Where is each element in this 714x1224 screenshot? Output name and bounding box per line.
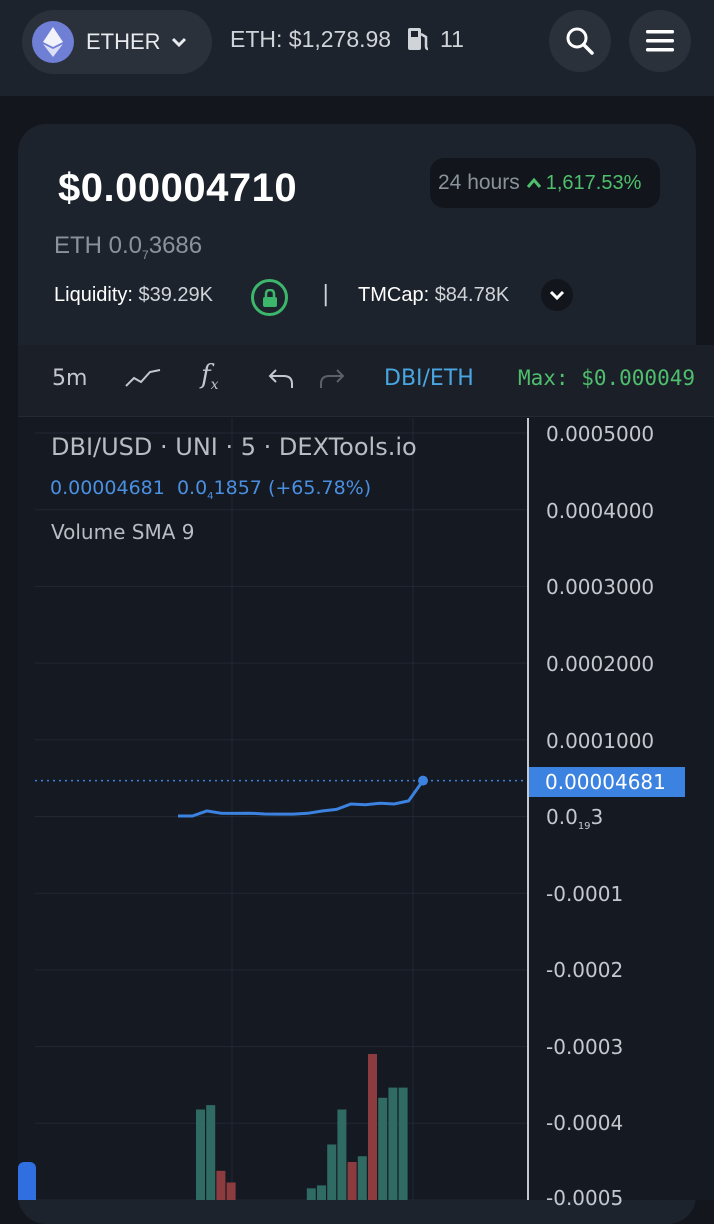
y-tick: -0.0004: [546, 1111, 624, 1135]
volume-bar: [357, 1156, 367, 1200]
volume-bar: [216, 1170, 226, 1200]
volume-bar: [368, 1054, 377, 1200]
y-tick: 0.0005000: [546, 422, 655, 446]
volume-bar: [398, 1087, 408, 1200]
chart-canvas: [35, 418, 529, 1200]
y-tick: -0.0001: [546, 882, 624, 906]
volume-indicator-label: Volume SMA 9: [51, 520, 195, 544]
volume-bar: [317, 1185, 326, 1200]
chart-legend-title: DBI/USD · UNI · 5 · DEXTools.io: [51, 433, 417, 461]
current-price-tag: 0.00004681: [529, 767, 685, 797]
price-series-line: [178, 779, 425, 818]
chart-legend-values: 0.00004681 0.041857 (+65.78%): [50, 477, 372, 502]
sidebar-toggle-tab[interactable]: [18, 1162, 36, 1200]
volume-bar: [337, 1109, 347, 1200]
volume-bar: [226, 1182, 236, 1200]
volume-bar: [196, 1109, 205, 1200]
volume-bar: [306, 1188, 316, 1200]
volume-bar: [206, 1105, 216, 1200]
y-tick: -0.0005: [546, 1186, 624, 1210]
y-tick: -0.0003: [546, 1035, 624, 1059]
y-tick: 0.0001000: [546, 729, 655, 753]
last-price-point: [418, 775, 428, 786]
y-tick: -0.0002: [546, 958, 624, 982]
volume-bar: [327, 1144, 337, 1200]
volume-bar: [347, 1162, 357, 1200]
y-tick: 0.0003000: [546, 575, 655, 599]
volume-bar: [378, 1097, 388, 1200]
y-tick: 0.0002000: [546, 652, 655, 676]
volume-bar: [388, 1087, 398, 1200]
y-tick: 0.0193: [546, 805, 604, 832]
y-tick: 0.0004000: [546, 499, 655, 523]
